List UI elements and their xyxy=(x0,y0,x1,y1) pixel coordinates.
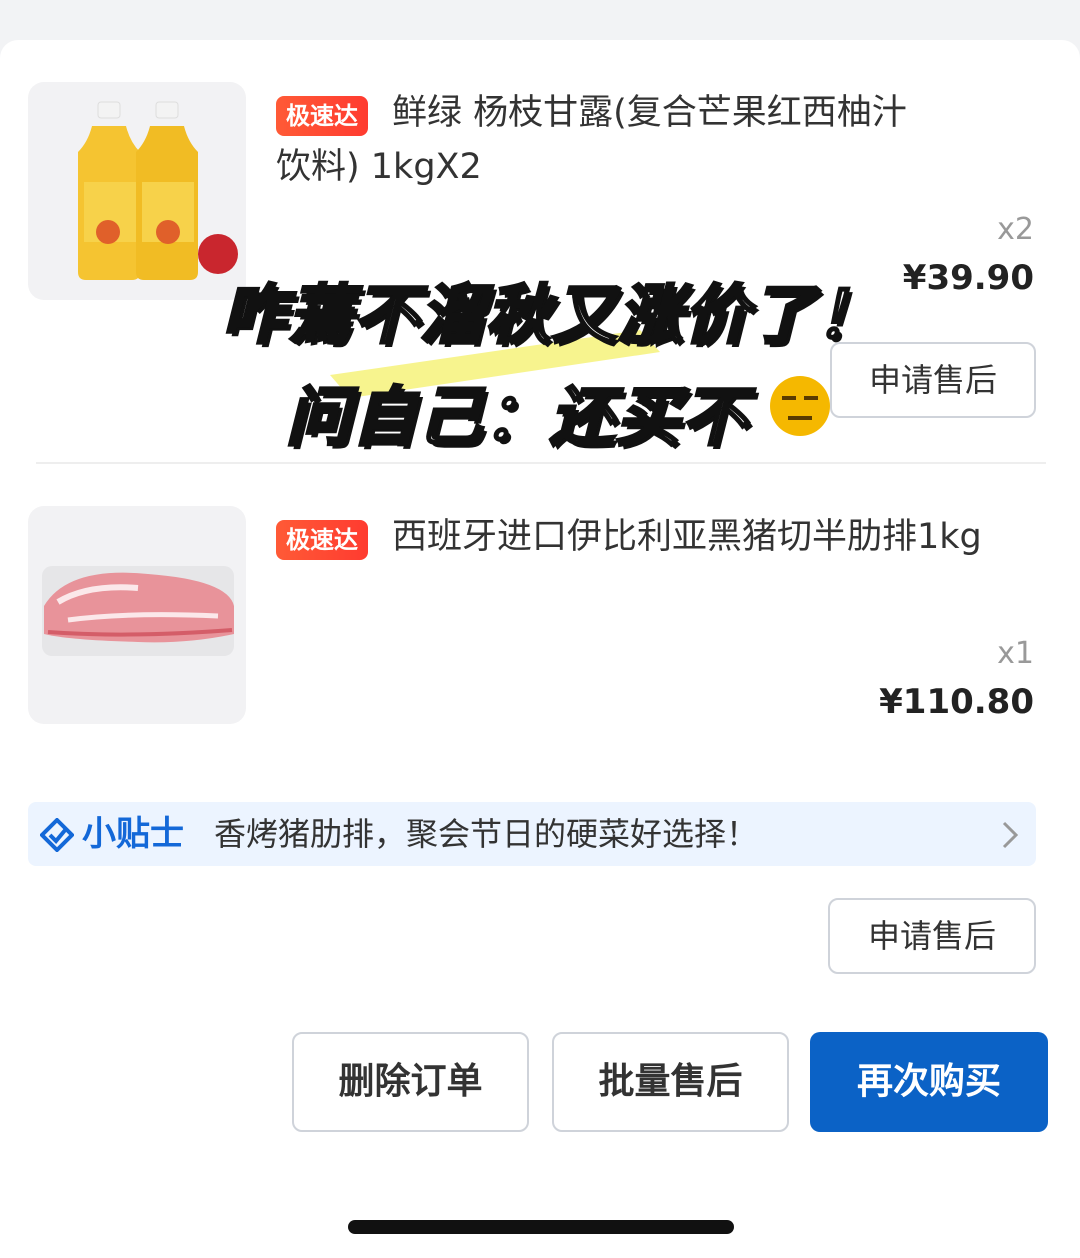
ribs-product-image[interactable] xyxy=(28,506,246,724)
quantity: x1 xyxy=(997,636,1034,671)
batch-aftersale-button[interactable]: 批量售后 xyxy=(552,1032,789,1132)
tip-text: 香烤猪肋排，聚会节日的硬菜好选择！ xyxy=(214,815,759,853)
check-diamond-icon xyxy=(40,818,74,852)
delete-order-button[interactable]: 删除订单 xyxy=(292,1032,529,1132)
price: ¥110.80 xyxy=(879,682,1034,722)
rebuy-button[interactable]: 再次购买 xyxy=(810,1032,1048,1132)
home-indicator xyxy=(348,1220,734,1234)
order-aftersale-button[interactable]: 申请售后 xyxy=(828,898,1036,974)
tip-brand: 小贴士 xyxy=(82,814,184,854)
item-divider xyxy=(36,462,1046,464)
product-title-line1: 西班牙进口伊比利亚黑猪切半肋排1kg xyxy=(392,517,982,557)
product-title[interactable]: 西班牙进口伊比利亚黑猪切半肋排1kg xyxy=(276,510,1036,564)
expressionless-emoji-icon xyxy=(770,376,830,436)
chevron-right-icon xyxy=(1002,821,1019,849)
overlay-caption-line1: 咋蔫不溜秋又涨价了！ xyxy=(221,278,882,355)
overlay-caption-line2: 问自己：还买不 xyxy=(285,380,748,457)
tip-banner[interactable]: 小贴士 香烤猪肋排，聚会节日的硬菜好选择！ xyxy=(28,802,1036,866)
